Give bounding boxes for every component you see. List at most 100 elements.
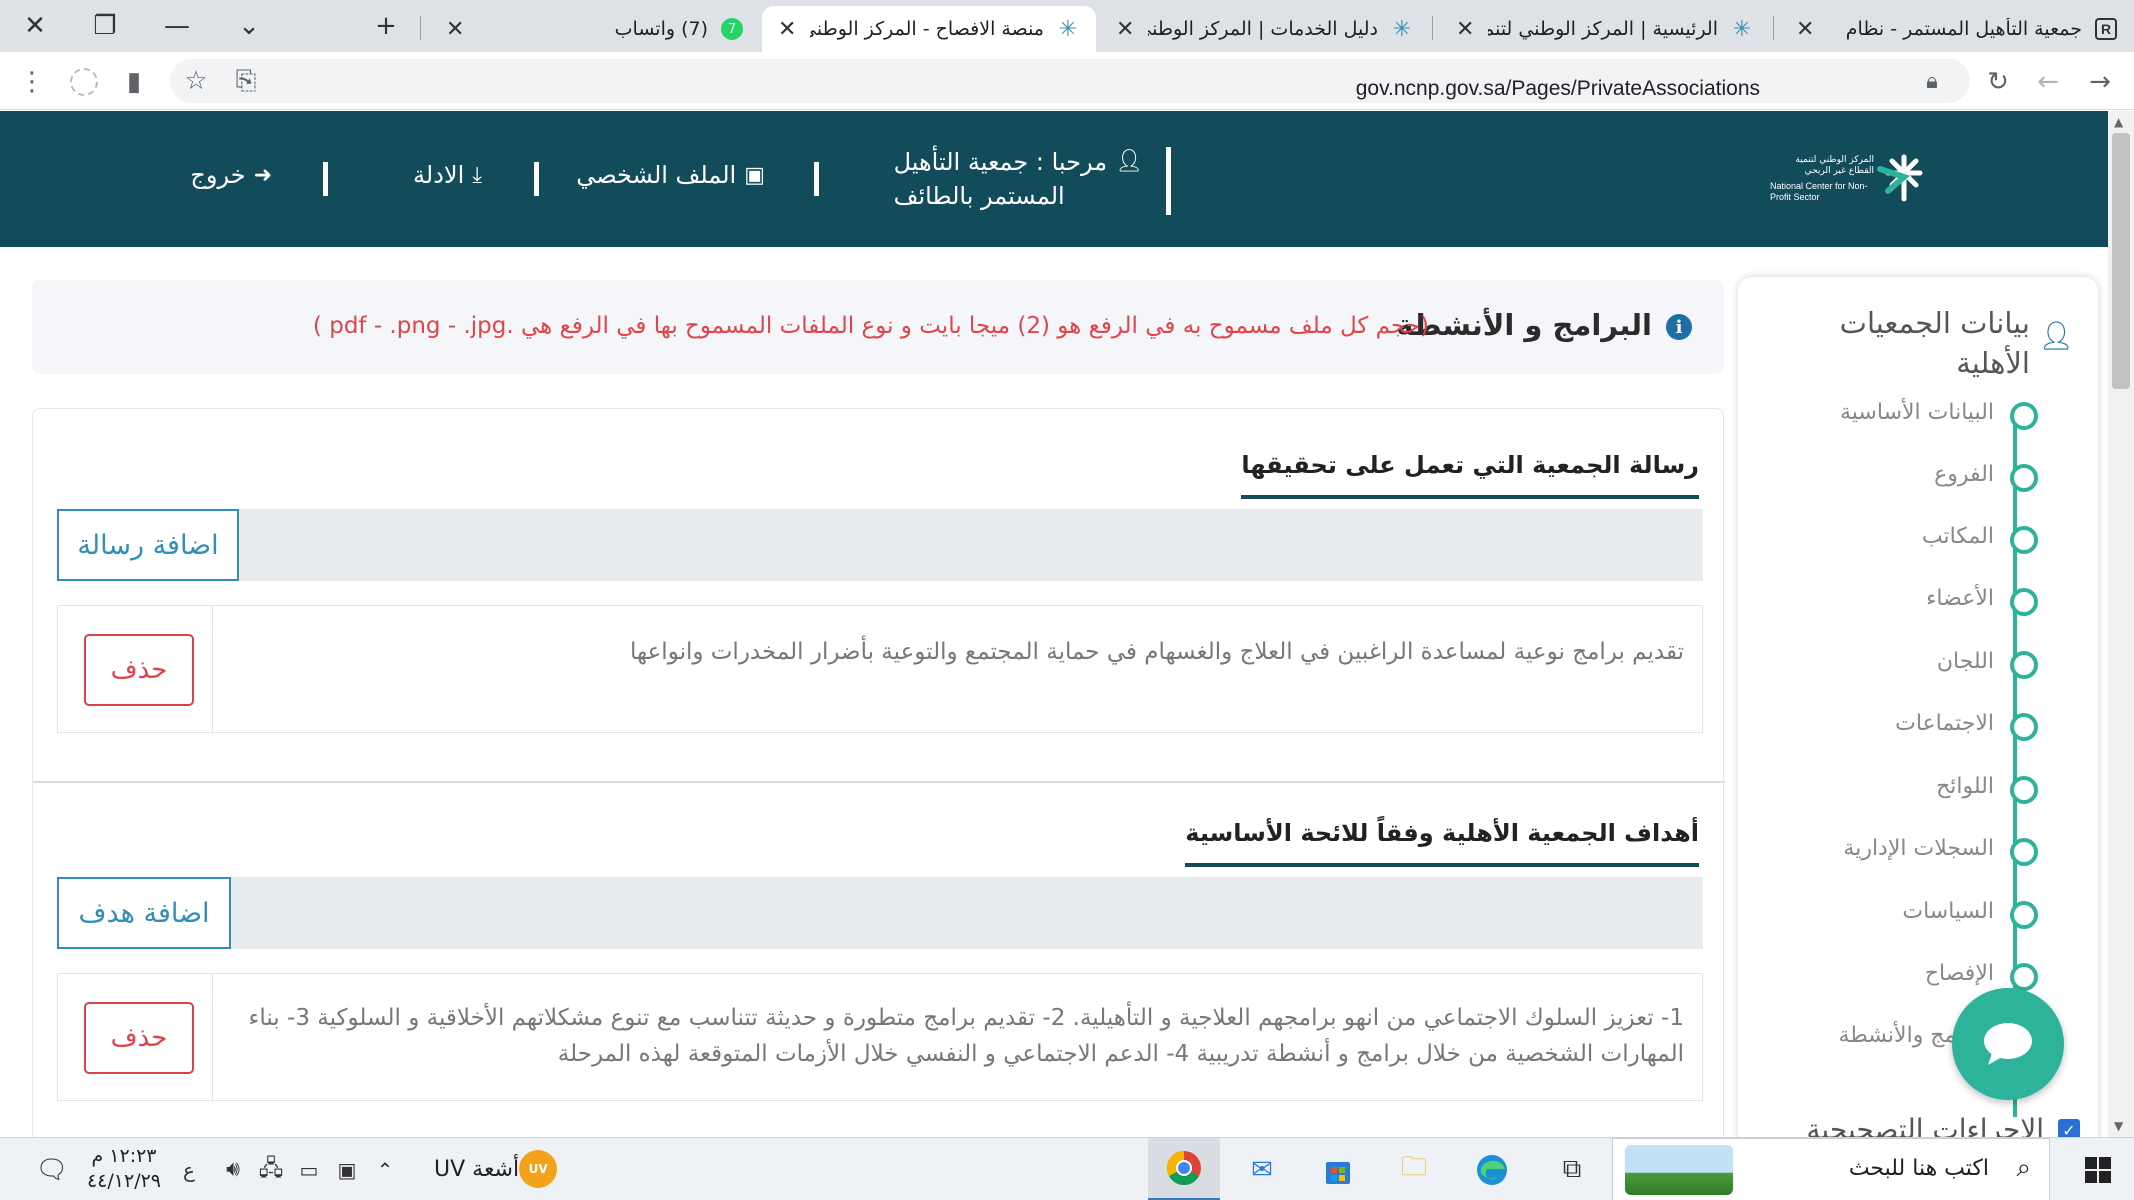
search-highlight-image [1625,1145,1733,1195]
step-label: البيانات الأساسية [1840,400,1994,425]
sidebar-step-offices[interactable]: المكاتب [1738,514,2098,564]
profile-link[interactable]: ▣ الملف الشخصي [576,161,765,189]
page-scrollbar[interactable]: ▲ ▼ [2108,111,2134,1137]
tab-close-icon[interactable]: ✕ [1456,17,1474,42]
scroll-down-arrow-icon[interactable]: ▼ [2114,1119,2123,1133]
tab-services-guide[interactable]: ✳ دليل الخدمات | المركز الوطني ل ✕ [1100,6,1430,52]
step-circle-icon [2010,838,2038,866]
file-explorer-taskbar-icon[interactable]: 🗀 [1378,1138,1450,1200]
sidebar-step-disclosure[interactable]: الإفصاح [1738,951,2098,1001]
delete-mission-button[interactable]: حذف [84,634,194,706]
mission-row: حذف تقديم برامج نوعية لمساعدة الراغبين ف… [57,605,1703,733]
windows-start-icon[interactable] [2068,1138,2128,1200]
r-logo-icon: R [2094,17,2118,41]
tab-search-chevron-icon[interactable]: ⌄ [220,0,278,52]
side-panel-icon[interactable]: ▮ [114,62,154,102]
mail-taskbar-icon[interactable]: ✉ [1226,1138,1298,1200]
taskbar-search[interactable]: ⌕ اكتب هنا للبحث [1612,1138,2050,1200]
volume-icon[interactable]: 🔊︎ [216,1138,250,1200]
forward-icon[interactable]: ← [2028,62,2068,102]
language-indicator[interactable]: ع [172,1138,206,1200]
bookmark-star-icon[interactable]: ☆ [176,61,216,101]
task-view-icon[interactable]: ⧉ [1536,1138,1608,1200]
tab-close-icon[interactable]: ✕ [1796,17,1814,42]
section-title-goals: أهداف الجمعية الأهلية وفقاً للائحة الأسا… [1185,819,1699,867]
back-icon[interactable]: → [2080,62,2120,102]
weather-label: أشعة UV [434,1156,520,1182]
sidebar-step-basic-data[interactable]: البيانات الأساسية [1738,390,2098,440]
sidebar-step-regulations[interactable]: اللوائح [1738,764,2098,814]
tab-ncnp-home[interactable]: ✳ الرئيسية | المركز الوطني لتنمية ✕ [1440,6,1770,52]
chat-button[interactable] [1952,988,2064,1100]
store-taskbar-icon[interactable] [1302,1138,1374,1200]
welcome-line2: المستمر بالطائف [893,182,1065,210]
sidebar-step-members[interactable]: الأعضاء [1738,576,2098,626]
meet-now-icon[interactable]: ▣ [330,1138,364,1200]
notifications-icon[interactable]: 🗨︎ [30,1138,74,1200]
logout-label: خروج [190,161,246,189]
step-circle-icon [2010,464,2038,492]
window-restore-icon[interactable]: ❐ [76,0,134,52]
step-circle-icon [2010,713,2038,741]
tab-title: منصة الافصاح - المركز الوطني ل [810,18,1044,40]
guides-label: الادلة [413,161,465,189]
step-circle-icon [2010,526,2038,554]
step-circle-icon [2010,963,2038,991]
clock-date: ٤٤/١٢/٢٩ [86,1170,162,1192]
sidebar-step-branches[interactable]: الفروع [1738,452,2098,502]
browser-menu-icon[interactable]: ⋮ [12,62,52,102]
id-card-icon: ▣ [744,162,765,188]
ncnp-logo[interactable]: المركز الوطني لتنمية القطاع غير الربحي N… [1770,143,1926,213]
tab-whatsapp[interactable]: 7 (7) واتساب ✕ [430,6,760,52]
welcome-message: 👤︎ مرحبا : جمعية التأهيل المستمر بالطائف [894,145,1143,213]
clock-time: ١٢:٢٣ م [91,1145,157,1167]
battery-icon[interactable]: ▭ [292,1138,326,1200]
tab-close-icon[interactable]: ✕ [1116,17,1134,42]
step-label: السياسات [1902,899,1994,924]
whatsapp-badge: 7 [721,18,743,40]
scroll-up-arrow-icon[interactable]: ▲ [2114,115,2123,129]
omnibox[interactable]: ☆ ⎘ gov.ncnp.gov.sa/Pages/PrivateAssocia… [170,59,1970,103]
logout-link[interactable]: ➜ خروج [190,161,272,189]
tab-separator [1773,16,1774,40]
row-actions-cell: حذف [58,606,213,732]
sidebar-step-policies[interactable]: السياسات [1738,889,2098,939]
step-label: السجلات الإدارية [1843,836,1994,861]
scroll-thumb[interactable] [2112,133,2130,389]
logo-text-en: National Center for Non-Profit Sector [1770,181,1868,202]
sidebar-title: بيانات الجمعيات الأهلية [1839,306,2030,380]
guides-link[interactable]: ⤓ الادلة [413,161,482,189]
tab-separator [1432,16,1433,40]
edge-taskbar-icon[interactable] [1456,1138,1528,1200]
url-text[interactable]: gov.ncnp.gov.sa/Pages/PrivateAssociation… [1356,77,1760,101]
header-separator [323,162,328,196]
welcome-line1: مرحبا : جمعية التأهيل [893,148,1108,176]
tab-close-icon[interactable]: ✕ [446,17,464,42]
sidebar-step-admin-records[interactable]: السجلات الإدارية [1738,826,2098,876]
show-hidden-icons-chevron-icon[interactable]: ⌃ [368,1138,402,1200]
tab-association-system[interactable]: R جمعية التأهيل المستمر - نظام ✕ [1780,6,2134,52]
add-goal-button[interactable]: اضافة هدف [57,877,231,949]
add-mission-button[interactable]: اضافة رسالة [57,509,239,581]
system-clock[interactable]: ١٢:٢٣ م ٤٤/١٢/٢٩ [86,1144,162,1194]
new-tab-plus-icon[interactable]: + [357,0,415,52]
reload-icon[interactable]: ↻ [1978,62,2018,102]
tab-separator [420,16,421,40]
weather-widget[interactable]: UV أشعة UV [434,1150,569,1188]
share-icon[interactable]: ⎘ [226,61,266,101]
sidebar-step-committees[interactable]: اللجان [1738,639,2098,689]
delete-goal-button[interactable]: حذف [84,1002,194,1074]
network-icon[interactable]: 🖧 [254,1138,288,1200]
programs-card: رسالة الجمعية التي تعمل على تحقيقها اضاف… [32,408,1725,1168]
tab-close-icon[interactable]: ✕ [778,17,796,42]
window-close-icon[interactable]: ✕ [6,0,64,52]
sidebar-step-meetings[interactable]: الاجتماعات [1738,701,2098,751]
page-title: البرامج و الأنشطة [1396,308,1653,342]
profile-avatar-icon[interactable] [64,62,104,102]
lock-icon[interactable]: 🔒︎ [1912,61,1952,101]
tab-disclosure-platform[interactable]: ✳ منصة الافصاح - المركز الوطني ل ✕ [762,6,1096,52]
window-minimize-icon[interactable]: — [148,0,206,52]
step-label: المكاتب [1921,524,1994,549]
chrome-taskbar-icon[interactable] [1148,1138,1220,1200]
section-title-mission: رسالة الجمعية التي تعمل على تحقيقها [1241,451,1699,499]
